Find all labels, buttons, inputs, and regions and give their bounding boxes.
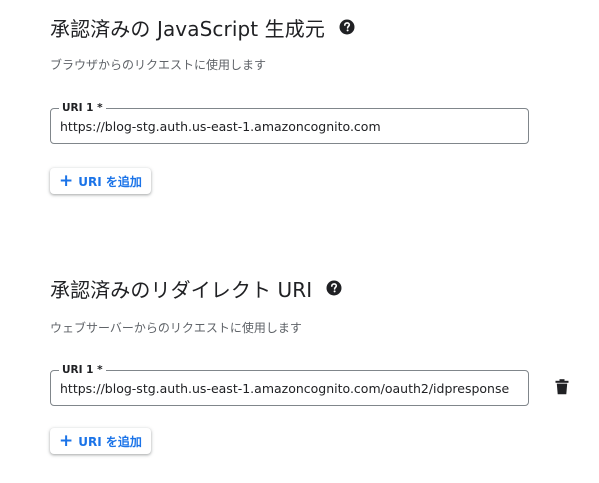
js-origins-description: ブラウザからのリクエストに使用します — [50, 58, 267, 72]
help-circle-icon[interactable] — [326, 280, 342, 296]
add-redirect-uri-button[interactable]: + URI を追加 — [50, 428, 151, 454]
plus-icon: + — [59, 430, 74, 451]
js-origin-uri-input[interactable] — [60, 109, 520, 143]
add-redirect-uri-label: URI を追加 — [78, 434, 142, 449]
redirect-uri-field: URI 1 * — [50, 363, 529, 406]
add-js-origin-uri-label: URI を追加 — [78, 174, 142, 189]
trash-icon[interactable] — [555, 379, 569, 395]
js-origin-uri-field: URI 1 * — [50, 101, 529, 144]
redirect-uri-input[interactable] — [60, 371, 520, 405]
js-origins-header: 承認済みの JavaScript 生成元 — [50, 13, 355, 41]
help-circle-icon[interactable] — [339, 19, 355, 35]
redirect-uris-title: 承認済みのリダイレクト URI — [50, 277, 313, 302]
js-origins-title: 承認済みの JavaScript 生成元 — [50, 16, 325, 41]
redirect-uris-header: 承認済みのリダイレクト URI — [50, 274, 342, 302]
redirect-uris-description: ウェブサーバーからのリクエストに使用します — [50, 321, 302, 335]
add-js-origin-uri-button[interactable]: + URI を追加 — [50, 168, 151, 194]
oauth-client-settings-page: 承認済みの JavaScript 生成元 ブラウザからのリクエストに使用します … — [0, 0, 599, 483]
plus-icon: + — [59, 170, 74, 191]
